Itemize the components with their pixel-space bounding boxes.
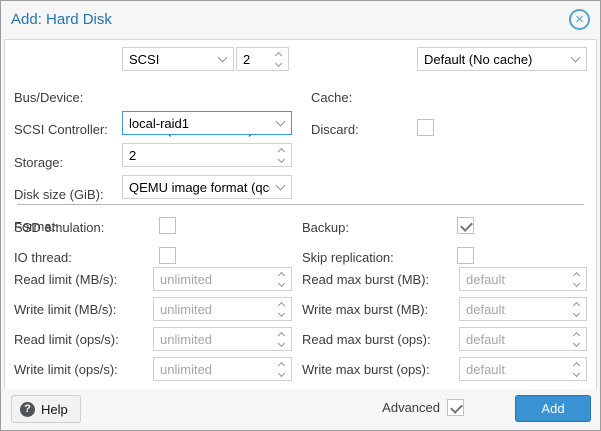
io-thread-checkbox[interactable]	[159, 247, 176, 264]
storage-select[interactable]	[122, 111, 292, 135]
chevron-down-icon[interactable]	[270, 176, 291, 198]
spinner-up-icon[interactable]	[567, 268, 586, 279]
ssd-emulation-label: SSD emulation:	[14, 220, 104, 235]
chevron-down-icon[interactable]	[212, 48, 233, 70]
cache-select[interactable]	[417, 47, 587, 71]
spinner-down-icon[interactable]	[272, 339, 291, 350]
spinner-down-icon[interactable]	[272, 369, 291, 380]
spinner-arrows[interactable]	[567, 298, 586, 320]
disk-size-spinner[interactable]	[122, 143, 292, 167]
spinner-up-icon[interactable]	[272, 298, 291, 309]
advanced-toggle: Advanced	[382, 399, 464, 416]
spinner-down-icon[interactable]	[272, 279, 291, 290]
backup-label: Backup:	[302, 220, 349, 235]
storage-value[interactable]	[123, 112, 270, 134]
spinner-up-icon[interactable]	[567, 358, 586, 369]
chevron-down-icon[interactable]	[565, 48, 586, 70]
read-burst-mb-label: Read max burst (MB):	[302, 272, 429, 287]
spinner-arrows[interactable]	[272, 268, 291, 290]
add-hard-disk-dialog: Add: Hard Disk × Bus/Device: Cache: SCSI…	[0, 0, 601, 431]
scsi-controller-label: SCSI Controller:	[14, 122, 108, 137]
device-number-value[interactable]	[237, 48, 269, 70]
write-limit-ops-label: Write limit (ops/s):	[14, 362, 118, 377]
dialog-body: Bus/Device: Cache: SCSI Controller: Defa…	[4, 39, 597, 391]
read-burst-ops-label: Read max burst (ops):	[302, 332, 431, 347]
bus-device-label: Bus/Device:	[14, 90, 83, 105]
backup-checkbox[interactable]	[457, 217, 474, 234]
disk-size-label: Disk size (GiB):	[14, 187, 104, 202]
advanced-label: Advanced	[382, 400, 440, 415]
write-limit-ops-input[interactable]	[154, 358, 272, 380]
read-burst-ops-spinner[interactable]	[459, 327, 587, 351]
read-limit-ops-spinner[interactable]	[153, 327, 292, 351]
spinner-arrows[interactable]	[272, 328, 291, 350]
spinner-up-icon[interactable]	[567, 298, 586, 309]
dialog-footer: ? Help Advanced Add	[1, 389, 600, 430]
dialog-title: Add: Hard Disk	[11, 11, 112, 28]
write-burst-mb-spinner[interactable]	[459, 297, 587, 321]
spinner-down-icon[interactable]	[269, 59, 288, 70]
read-limit-ops-input[interactable]	[154, 328, 272, 350]
spinner-arrows[interactable]	[269, 48, 288, 70]
format-value[interactable]	[123, 176, 270, 198]
spinner-down-icon[interactable]	[567, 339, 586, 350]
write-burst-ops-input[interactable]	[460, 358, 567, 380]
disk-size-value[interactable]	[123, 144, 272, 166]
bus-device-value[interactable]	[123, 48, 212, 70]
spinner-up-icon[interactable]	[272, 144, 291, 155]
write-burst-mb-input[interactable]	[460, 298, 567, 320]
spinner-arrows[interactable]	[567, 358, 586, 380]
skip-replication-label: Skip replication:	[302, 250, 394, 265]
read-limit-ops-label: Read limit (ops/s):	[14, 332, 119, 347]
storage-label: Storage:	[14, 155, 63, 170]
spinner-down-icon[interactable]	[567, 279, 586, 290]
help-icon: ?	[20, 402, 35, 417]
write-limit-mbs-label: Write limit (MB/s):	[14, 302, 116, 317]
write-limit-mbs-spinner[interactable]	[153, 297, 292, 321]
spinner-arrows[interactable]	[567, 268, 586, 290]
spinner-arrows[interactable]	[567, 328, 586, 350]
write-limit-ops-spinner[interactable]	[153, 357, 292, 381]
spinner-down-icon[interactable]	[272, 155, 291, 166]
write-burst-ops-spinner[interactable]	[459, 357, 587, 381]
write-limit-mbs-input[interactable]	[154, 298, 272, 320]
discard-checkbox[interactable]	[417, 119, 434, 136]
help-button-label: Help	[41, 402, 68, 417]
read-limit-mbs-spinner[interactable]	[153, 267, 292, 291]
read-burst-mb-spinner[interactable]	[459, 267, 587, 291]
chevron-down-icon[interactable]	[270, 112, 291, 134]
spinner-arrows[interactable]	[272, 298, 291, 320]
spinner-arrows[interactable]	[272, 144, 291, 166]
cache-value[interactable]	[418, 48, 565, 70]
write-burst-mb-label: Write max burst (MB):	[302, 302, 428, 317]
cache-label: Cache:	[311, 90, 352, 105]
discard-label: Discard:	[311, 122, 359, 137]
read-limit-mbs-label: Read limit (MB/s):	[14, 272, 117, 287]
bus-device-select[interactable]	[122, 47, 234, 71]
spinner-arrows[interactable]	[272, 358, 291, 380]
ssd-emulation-checkbox[interactable]	[159, 217, 176, 234]
device-number-spinner[interactable]	[236, 47, 289, 71]
dialog-titlebar: Add: Hard Disk ×	[1, 1, 600, 39]
help-button[interactable]: ? Help	[11, 395, 81, 423]
spinner-up-icon[interactable]	[567, 328, 586, 339]
section-divider	[17, 204, 584, 205]
format-select[interactable]	[122, 175, 292, 199]
spinner-down-icon[interactable]	[272, 309, 291, 320]
spinner-up-icon[interactable]	[272, 268, 291, 279]
spinner-down-icon[interactable]	[567, 309, 586, 320]
skip-replication-checkbox[interactable]	[457, 247, 474, 264]
spinner-down-icon[interactable]	[567, 369, 586, 380]
write-burst-ops-label: Write max burst (ops):	[302, 362, 430, 377]
spinner-up-icon[interactable]	[269, 48, 288, 59]
advanced-checkbox[interactable]	[447, 399, 464, 416]
add-button[interactable]: Add	[515, 395, 591, 422]
spinner-up-icon[interactable]	[272, 358, 291, 369]
spinner-up-icon[interactable]	[272, 328, 291, 339]
read-limit-mbs-input[interactable]	[154, 268, 272, 290]
read-burst-mb-input[interactable]	[460, 268, 567, 290]
close-icon[interactable]: ×	[569, 9, 590, 30]
io-thread-label: IO thread:	[14, 250, 72, 265]
read-burst-ops-input[interactable]	[460, 328, 567, 350]
